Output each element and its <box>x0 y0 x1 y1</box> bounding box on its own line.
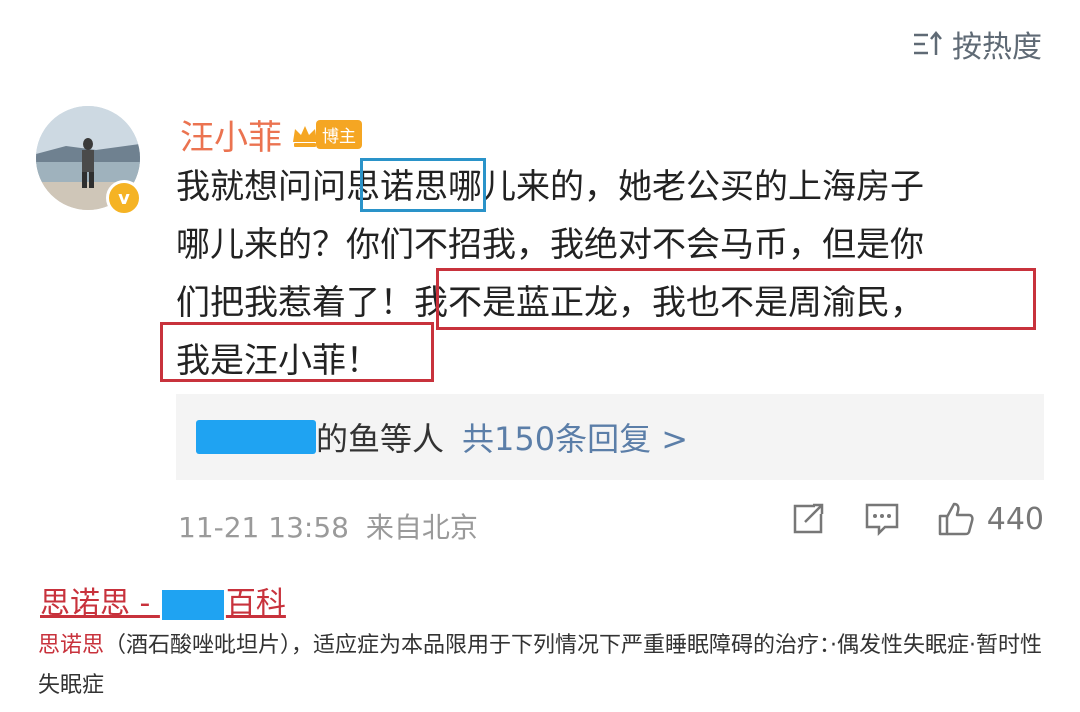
replies-summary[interactable]: 的鱼等人 共150条回复 > <box>176 394 1044 480</box>
comment-text: 我就想问问思诺思哪儿来的，她老公买的上海房子 哪儿来的？你们不招我，我绝对不会马… <box>176 158 1046 390</box>
redaction-mark <box>196 420 316 454</box>
highlight-quote-1: 我不是蓝正龙，我也不是周渝民， <box>414 283 924 323</box>
comment-meta: 11-21 13:58 来自北京 <box>178 506 478 546</box>
comment-line-2: 哪儿来的？你们不招我，我绝对不会马币，但是你 <box>176 225 924 265</box>
author-name[interactable]: 汪小菲 <box>180 110 282 159</box>
baike-body: （酒石酸唑吡坦片），适应症为本品限用于下列情况下严重睡眠障碍的治疗：·偶发性失眠… <box>38 633 1043 698</box>
reply-count-link[interactable]: 共150条回复 > <box>462 414 688 460</box>
highlight-drug-name: 思诺思 <box>346 167 448 207</box>
thumbs-up-icon <box>938 502 974 536</box>
redaction-mark <box>161 589 224 620</box>
blogger-badge-label: 博主 <box>316 120 362 149</box>
sort-by-hot-button[interactable]: 按热度 <box>912 22 1042 66</box>
blogger-badge: 博主 <box>290 120 362 150</box>
timestamp: 11-21 13:58 <box>178 511 349 544</box>
comment-line-4: 我是汪小菲！ <box>176 332 1046 390</box>
comment-line-3: 们把我惹着了！我不是蓝正龙，我也不是周渝民， <box>176 283 924 323</box>
repliers-text: 的鱼等人 <box>316 420 445 458</box>
baike-link[interactable]: 思诺思 - 百科 <box>40 578 286 622</box>
like-count: 440 <box>986 501 1044 537</box>
baike-description: 思诺思（酒石酸唑吡坦片），适应症为本品限用于下列情况下严重睡眠障碍的治疗：·偶发… <box>38 626 1048 706</box>
baike-term: 思诺思 <box>38 633 105 658</box>
comment-line-1: 我就想问问思诺思哪儿来的，她老公买的上海房子 <box>176 167 924 207</box>
highlight-quote-2: 我是汪小菲！ <box>176 341 380 381</box>
sort-label: 按热度 <box>952 30 1042 65</box>
verified-badge-icon: v <box>106 180 142 216</box>
sort-icon <box>914 31 942 55</box>
like-button[interactable]: 440 <box>937 500 1044 538</box>
location: 来自北京 <box>365 511 478 544</box>
comment-actions: 440 <box>789 500 1044 538</box>
repost-icon[interactable] <box>789 500 827 538</box>
comment-icon[interactable] <box>863 500 901 538</box>
